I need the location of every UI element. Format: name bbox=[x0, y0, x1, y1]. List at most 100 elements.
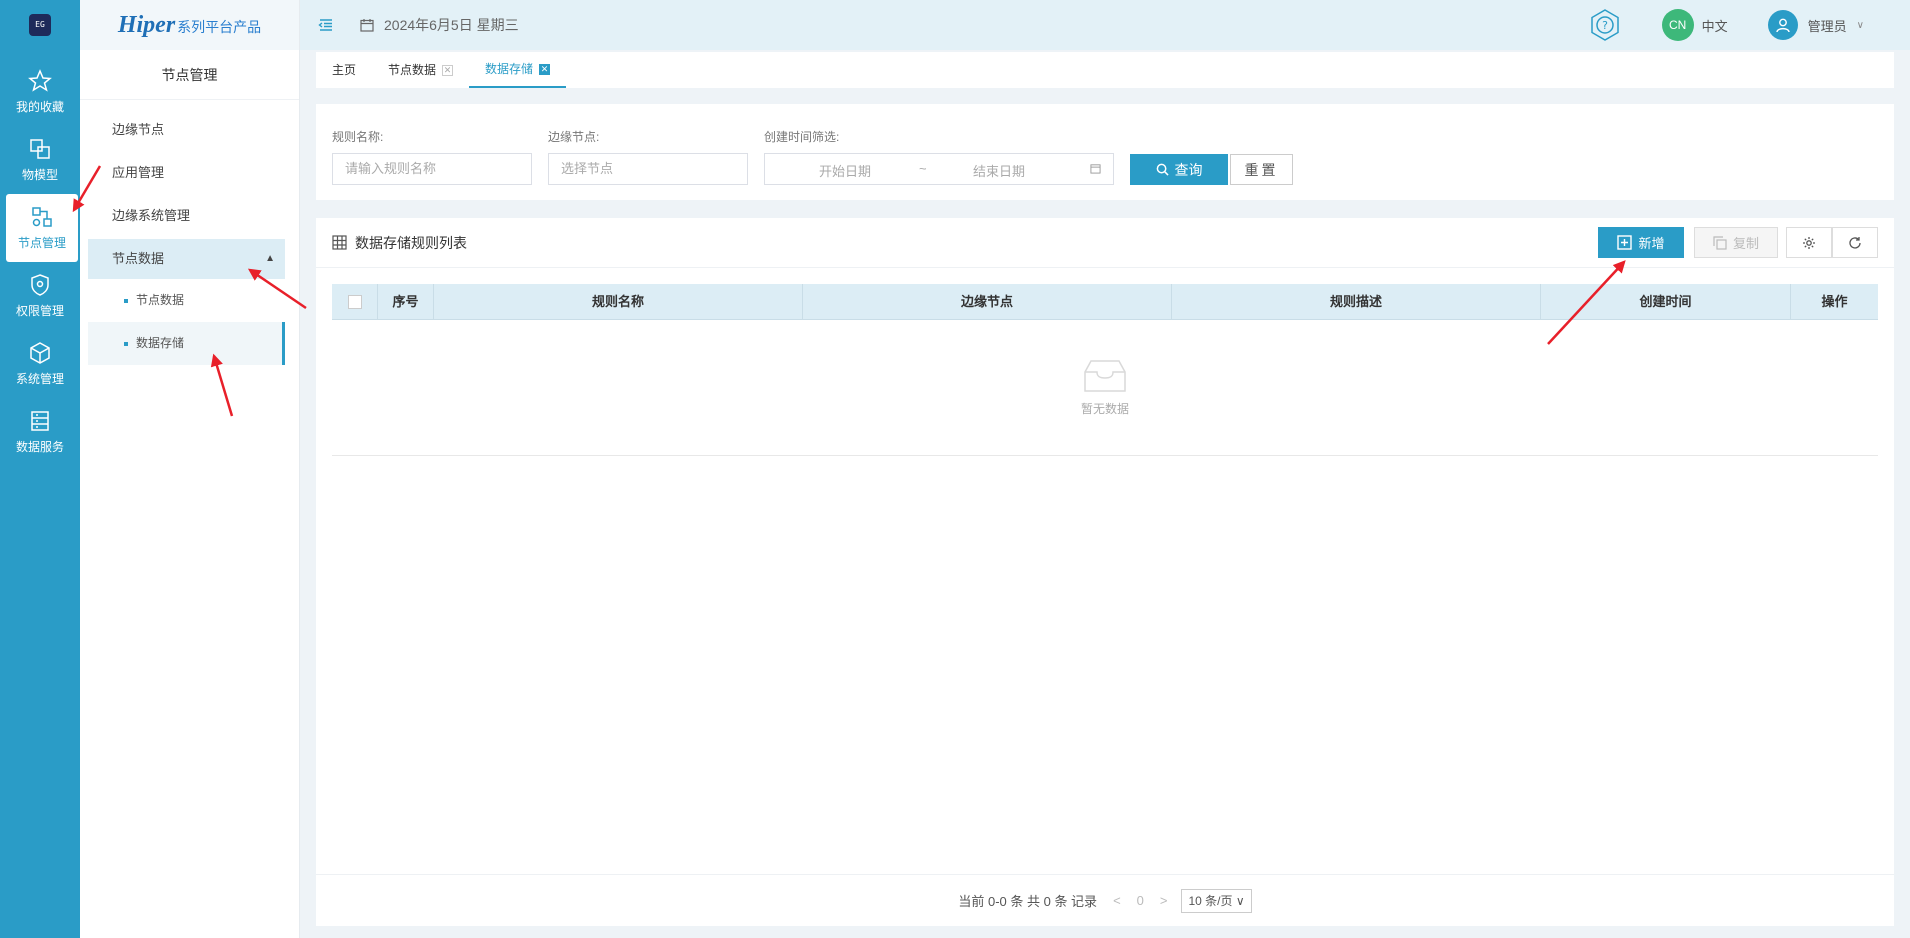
rule-name-input[interactable]: 请输入规则名称 bbox=[332, 153, 532, 185]
current-page[interactable]: 0 bbox=[1137, 893, 1144, 908]
time-filter-label: 创建时间筛选: bbox=[764, 130, 840, 144]
tab-label: 主页 bbox=[332, 63, 357, 77]
avatar bbox=[1767, 10, 1798, 40]
edge-node-select[interactable]: 选择节点 bbox=[548, 153, 748, 185]
tab-node-data[interactable]: 节点数据 ✕ bbox=[372, 52, 469, 88]
query-button[interactable]: 查询 bbox=[1130, 154, 1228, 185]
menu-fold-icon[interactable] bbox=[318, 17, 334, 33]
brand: Hiper 系列平台产品 bbox=[80, 0, 299, 50]
rail-item-favorites[interactable]: 我的收藏 bbox=[0, 58, 80, 126]
header-actions: ? CN 中文 管理员 ∨ bbox=[1588, 0, 1910, 50]
sidebar-group-node-data[interactable]: 节点数据 ▲ bbox=[88, 239, 285, 279]
table-panel-header: 数据存储规则列表 新增 复制 bbox=[316, 218, 1894, 268]
edge-node-label: 边缘节点: bbox=[548, 130, 600, 144]
sidebar-item-edge-node[interactable]: 边缘节点 bbox=[88, 108, 285, 151]
empty-inbox-icon bbox=[1084, 360, 1126, 392]
table-icon bbox=[332, 235, 347, 250]
sidebar-group-label: 节点数据 bbox=[112, 251, 165, 266]
logo-mark: EG bbox=[29, 14, 51, 36]
tab-label: 节点数据 bbox=[388, 63, 437, 77]
reset-button[interactable]: 重置 bbox=[1230, 154, 1293, 185]
user-name: 管理员 bbox=[1807, 18, 1847, 34]
pagination: 当前 0-0 条 共 0 条 记录 < 0 > 10 条/页 ∨ bbox=[316, 874, 1894, 926]
rail-label: 权限管理 bbox=[15, 304, 64, 318]
secondary-sidebar: Hiper 系列平台产品 节点管理 边缘节点 应用管理 边缘系统管理 节点数据 … bbox=[80, 0, 300, 938]
rail-label: 我的收藏 bbox=[15, 100, 64, 114]
tab-data-storage[interactable]: 数据存储 ✕ bbox=[469, 52, 567, 88]
close-icon[interactable]: ✕ bbox=[539, 63, 551, 75]
empty-text: 暂无数据 bbox=[1080, 402, 1129, 416]
rail-label: 数据服务 bbox=[15, 440, 64, 454]
select-all-cell bbox=[332, 284, 378, 320]
copy-icon bbox=[1713, 235, 1727, 250]
refresh-button[interactable] bbox=[1832, 227, 1878, 258]
page-tabs: 主页 节点数据 ✕ 数据存储 ✕ bbox=[316, 52, 1894, 88]
language-switcher[interactable]: CN 中文 bbox=[1661, 9, 1728, 41]
column-settings-button[interactable] bbox=[1786, 227, 1832, 258]
copy-label: 复制 bbox=[1732, 236, 1759, 251]
end-date-input[interactable]: 结束日期 bbox=[973, 161, 1025, 180]
rail-item-system[interactable]: 系统管理 bbox=[0, 330, 80, 398]
column-header: 操作 bbox=[1821, 294, 1848, 309]
copy-button[interactable]: 复制 bbox=[1694, 227, 1778, 258]
sidebar-subitem-data-storage[interactable]: 数据存储 bbox=[88, 322, 285, 365]
gear-icon bbox=[1803, 236, 1815, 249]
rail-item-data-service[interactable]: 数据服务 bbox=[0, 398, 80, 466]
add-button[interactable]: 新增 bbox=[1598, 227, 1684, 258]
start-date-input[interactable]: 开始日期 bbox=[819, 161, 871, 180]
range-separator: ~ bbox=[919, 161, 927, 176]
app-logo[interactable]: EG bbox=[0, 0, 80, 50]
empty-state: 暂无数据 bbox=[332, 320, 1878, 456]
table-panel: 数据存储规则列表 新增 复制 序号 规则名称 边缘节点 规则描述 创建时间 操作 bbox=[316, 218, 1894, 926]
prev-page-button[interactable]: < bbox=[1113, 893, 1121, 908]
refresh-icon bbox=[1849, 236, 1861, 249]
database-icon bbox=[31, 411, 49, 431]
sidebar-title: 节点管理 bbox=[80, 50, 299, 100]
add-icon bbox=[1617, 235, 1633, 250]
sidebar-menu: 边缘节点 应用管理 边缘系统管理 节点数据 ▲ 节点数据 数据存储 bbox=[80, 100, 299, 365]
column-header[interactable]: 序号 bbox=[378, 284, 434, 320]
help-icon[interactable]: ? bbox=[1588, 8, 1622, 42]
table-title: 数据存储规则列表 bbox=[332, 233, 467, 253]
sidebar-subitem-node-data[interactable]: 节点数据 bbox=[88, 279, 285, 322]
rail-item-model[interactable]: 物模型 bbox=[0, 126, 80, 194]
rail-item-node-management[interactable]: 节点管理 bbox=[6, 194, 78, 262]
rail-label: 节点管理 bbox=[17, 236, 66, 250]
user-menu[interactable]: 管理员 ∨ bbox=[1767, 10, 1864, 40]
select-all-checkbox[interactable] bbox=[347, 295, 362, 309]
rail-label: 系统管理 bbox=[15, 372, 64, 386]
close-icon[interactable]: ✕ bbox=[442, 64, 454, 76]
page-size-select[interactable]: 10 条/页 ∨ bbox=[1181, 888, 1252, 913]
sidebar-item-edge-system[interactable]: 边缘系统管理 bbox=[88, 194, 285, 237]
date-range-picker[interactable]: 开始日期 ~ 结束日期 bbox=[764, 153, 1114, 185]
pagination-summary: 当前 0-0 条 共 0 条 记录 bbox=[958, 894, 1098, 909]
rail-item-permission[interactable]: 权限管理 bbox=[0, 262, 80, 330]
table-header: 序号 规则名称 边缘节点 规则描述 创建时间 操作 bbox=[332, 284, 1878, 320]
search-icon bbox=[1156, 163, 1169, 176]
top-header: 2024年6月5日 星期三 ? CN 中文 管理员 ∨ bbox=[300, 0, 1910, 50]
tab-home[interactable]: 主页 bbox=[316, 52, 372, 88]
column-header[interactable]: 规则描述 bbox=[1172, 284, 1541, 320]
column-header[interactable]: 创建时间 bbox=[1541, 284, 1791, 320]
model-icon bbox=[30, 139, 50, 159]
language-label: 中文 bbox=[1701, 18, 1728, 34]
nav-rail: EG 我的收藏 物模型 节点管理 权限管理 系统管理 数据服务 bbox=[0, 0, 80, 938]
column-header[interactable]: 规则名称 bbox=[434, 284, 803, 320]
shield-icon bbox=[31, 274, 49, 296]
rail-label: 物模型 bbox=[21, 168, 58, 182]
calendar-icon bbox=[1090, 164, 1101, 174]
add-label: 新增 bbox=[1638, 236, 1665, 251]
table-title-text: 数据存储规则列表 bbox=[355, 234, 467, 251]
language-badge: CN bbox=[1661, 9, 1694, 41]
chevron-down-icon: ∨ bbox=[1856, 19, 1864, 31]
calendar-icon bbox=[360, 19, 374, 32]
brand-suffix: 系列平台产品 bbox=[177, 19, 262, 35]
tab-label: 数据存储 bbox=[485, 62, 534, 76]
rule-name-label: 规则名称: bbox=[332, 130, 384, 144]
column-header[interactable]: 边缘节点 bbox=[803, 284, 1172, 320]
sidebar-item-app-management[interactable]: 应用管理 bbox=[88, 151, 285, 194]
cube-icon bbox=[30, 342, 50, 364]
data-table: 序号 规则名称 边缘节点 规则描述 创建时间 操作 暂无数据 bbox=[332, 284, 1878, 456]
current-date: 2024年6月5日 星期三 bbox=[384, 17, 519, 33]
next-page-button[interactable]: > bbox=[1160, 893, 1168, 908]
